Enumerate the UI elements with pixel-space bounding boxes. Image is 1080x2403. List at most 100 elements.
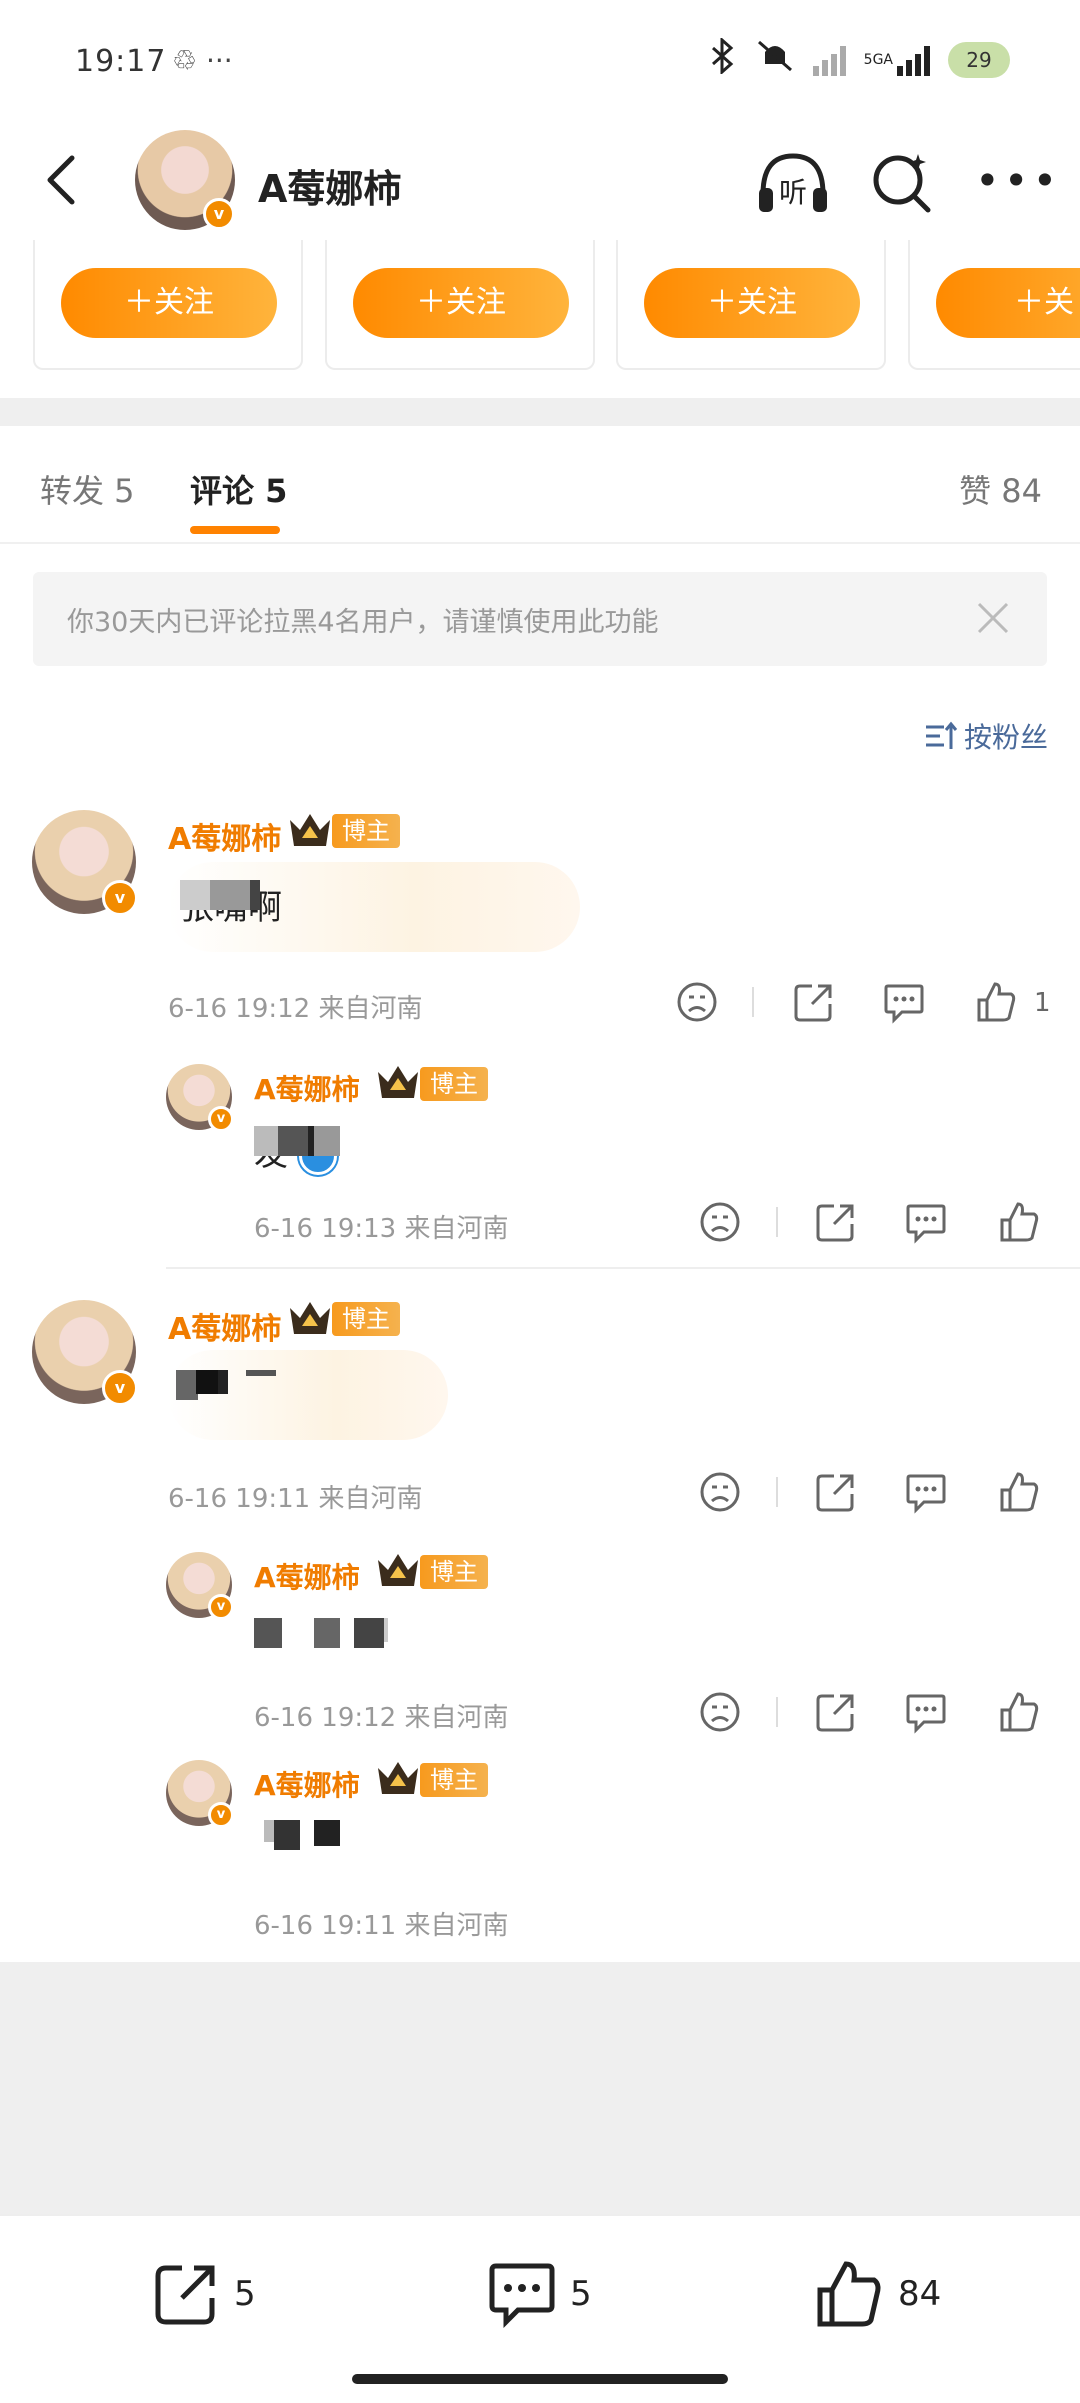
mute-icon <box>755 38 795 82</box>
section-divider <box>0 398 1080 426</box>
share-icon[interactable] <box>814 1690 858 1734</box>
mosaic-block <box>176 1370 198 1400</box>
tab-repost[interactable]: 转发 5 <box>40 466 135 512</box>
like-icon[interactable] <box>998 1690 1042 1734</box>
crown-icon <box>376 1760 420 1796</box>
sort-by-fans-button[interactable]: 按粉丝 <box>924 716 1048 756</box>
crown-icon <box>376 1064 420 1100</box>
follow-button[interactable]: ＋关注 <box>61 268 277 338</box>
user-card: ＋关注 <box>616 240 886 370</box>
comment-count: 5 <box>570 2274 592 2314</box>
comment-author-name[interactable]: A莓娜柿 <box>254 1764 360 1804</box>
comment-meta: 6-16 19:11 来自河南 <box>168 1484 423 1514</box>
mosaic-block <box>196 1370 218 1394</box>
comment-meta: 6-16 19:12 来自河南 <box>168 994 423 1024</box>
reply-icon[interactable] <box>904 1690 948 1734</box>
mosaic-block <box>254 1618 282 1648</box>
signal-icon-sim1 <box>812 44 846 76</box>
bluetooth-icon <box>709 36 737 82</box>
dislike-face-icon[interactable] <box>698 1690 742 1734</box>
tab-bar: 转发 5 评论 5 赞 84 <box>0 426 1080 544</box>
verified-badge-icon: v <box>203 198 235 230</box>
comment-meta: 6-16 19:12 来自河南 <box>254 1703 509 1733</box>
reply-icon[interactable] <box>882 980 926 1024</box>
author-badge: 博主 <box>332 1302 400 1336</box>
user-card: ＋关注 <box>325 240 595 370</box>
comment-bubble-bg <box>168 1350 448 1440</box>
search-icon[interactable] <box>870 150 934 214</box>
status-bar: 19:17 ♲ ··· 5GA 29 <box>0 0 1080 120</box>
author-avatar[interactable]: v <box>135 130 235 230</box>
reply-icon[interactable] <box>904 1200 948 1244</box>
home-indicator <box>352 2374 728 2384</box>
share-icon[interactable] <box>792 980 836 1024</box>
reply-avatar[interactable]: v <box>166 1552 234 1620</box>
dislike-face-icon[interactable] <box>675 980 719 1024</box>
tab-comments[interactable]: 评论 5 <box>190 466 287 512</box>
repost-button[interactable]: 5 <box>150 2258 256 2330</box>
svg-text:听: 听 <box>779 176 807 209</box>
comment-meta: 6-16 19:13 来自河南 <box>254 1214 509 1244</box>
top-nav-bar: v A莓娜柿 听 ••• <box>0 120 1080 240</box>
comment-text: 张嘴啊 <box>180 880 282 929</box>
follow-button[interactable]: ＋关注 <box>353 268 569 338</box>
author-badge: 博主 <box>332 814 400 848</box>
user-card: ＋关 <box>908 240 1080 370</box>
crown-icon <box>288 812 332 848</box>
listen-headphones-icon[interactable]: 听 <box>755 150 831 216</box>
repost-count: 5 <box>234 2274 256 2314</box>
author-badge: 博主 <box>420 1555 488 1589</box>
like-count: 84 <box>898 2274 942 2314</box>
more-options-icon[interactable]: ••• <box>975 160 1061 202</box>
reply-icon[interactable] <box>904 1470 948 1514</box>
network-type: 5GA <box>863 52 893 68</box>
signal-icon-sim2 <box>897 44 930 76</box>
comment-author-name[interactable]: A莓娜柿 <box>254 1556 360 1596</box>
repost-icon <box>155 2265 215 2325</box>
mosaic-block <box>314 1820 340 1846</box>
like-button[interactable]: 84 <box>814 2258 941 2330</box>
thumbs-up-icon <box>817 2261 881 2327</box>
comment-author-name[interactable]: A莓娜柿 <box>168 814 281 858</box>
comment-button[interactable]: 5 <box>486 2258 592 2330</box>
comment-divider <box>166 1267 1080 1269</box>
verified-badge-icon: v <box>208 1594 234 1620</box>
like-count: 1 <box>1034 988 1051 1018</box>
mosaic-block <box>278 1126 308 1156</box>
reply-avatar[interactable]: v <box>166 1064 234 1132</box>
dislike-face-icon[interactable] <box>698 1470 742 1514</box>
share-icon[interactable] <box>814 1200 858 1244</box>
empty-area <box>0 1962 1080 2214</box>
follow-button[interactable]: ＋关注 <box>644 268 860 338</box>
close-icon[interactable] <box>969 594 1017 642</box>
like-icon[interactable] <box>998 1200 1042 1244</box>
page-title: A莓娜柿 <box>258 167 402 211</box>
mosaic-block <box>210 880 250 910</box>
notice-text: 你30天内已评论拉黑4名用户，请谨慎使用此功能 <box>67 607 659 638</box>
action-separator <box>776 1207 778 1237</box>
back-arrow-icon[interactable] <box>34 150 94 210</box>
dislike-face-icon[interactable] <box>698 1200 742 1244</box>
mosaic-block <box>274 1820 300 1850</box>
author-badge: 博主 <box>420 1763 488 1797</box>
mosaic-block <box>246 1370 276 1376</box>
blacklist-notice: 你30天内已评论拉黑4名用户，请谨慎使用此功能 <box>33 572 1047 666</box>
like-icon[interactable] <box>998 1470 1042 1514</box>
share-icon[interactable] <box>814 1470 858 1514</box>
crown-icon <box>288 1300 332 1336</box>
tab-likes[interactable]: 赞 84 <box>959 466 1042 512</box>
user-card: ＋关注 <box>33 240 303 370</box>
comment-avatar[interactable]: v <box>32 1300 138 1406</box>
verified-badge-icon: v <box>208 1802 234 1828</box>
reply-avatar[interactable]: v <box>166 1760 234 1828</box>
like-icon[interactable] <box>975 980 1019 1024</box>
comment-text: 发 <box>254 1126 340 1175</box>
comment-avatar[interactable]: v <box>32 810 138 916</box>
comment-author-name[interactable]: A莓娜柿 <box>168 1304 281 1348</box>
follow-button[interactable]: ＋关 <box>936 268 1080 338</box>
comment-author-name[interactable]: A莓娜柿 <box>254 1068 360 1108</box>
active-tab-indicator <box>190 526 280 534</box>
sort-icon <box>925 721 958 749</box>
comment-meta: 6-16 19:11 来自河南 <box>254 1911 509 1941</box>
action-separator <box>776 1477 778 1507</box>
